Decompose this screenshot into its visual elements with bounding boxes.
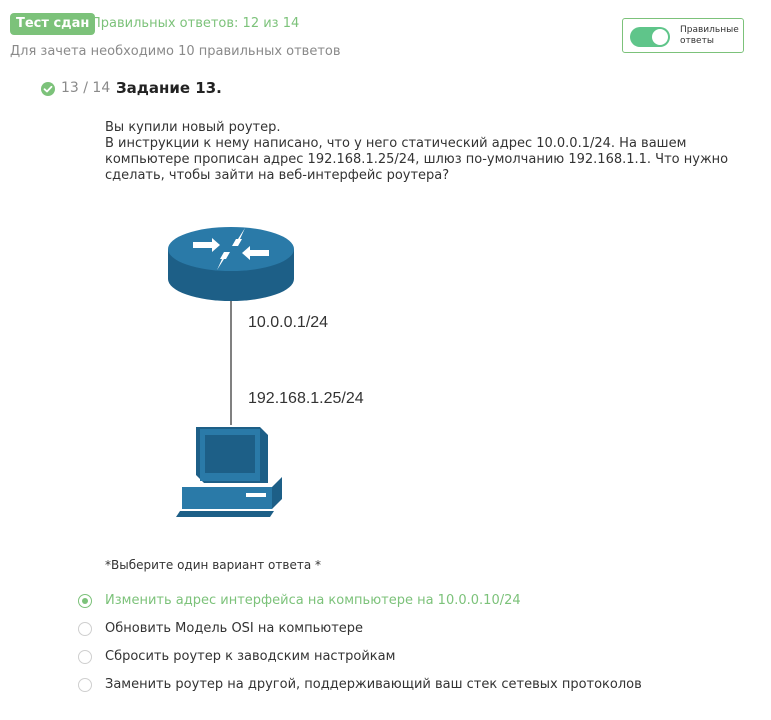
question-progress: 13 / 14 — [61, 80, 111, 96]
question-text: Вы купили новый роутер. В инструкции к н… — [105, 120, 735, 184]
toggle-label: Правильные ответы — [680, 25, 739, 46]
pc-ip-label: 192.168.1.25/24 — [248, 390, 364, 407]
answer-option-label: Сбросить роутер к заводским настройкам — [105, 649, 396, 664]
correct-answers-count: Правильных ответов: 12 из 14 — [91, 16, 300, 31]
toggle-knob — [652, 29, 668, 45]
show-correct-answers-toggle[interactable]: Правильные ответы — [622, 18, 744, 53]
radio-icon[interactable] — [78, 594, 92, 608]
router-icon — [168, 227, 294, 301]
radio-icon[interactable] — [78, 650, 92, 664]
radio-icon[interactable] — [78, 622, 92, 636]
answer-option-label: Заменить роутер на другой, поддерживающи… — [105, 677, 642, 692]
network-diagram: 10.0.0.1/24 192.168.1.25/24 — [168, 227, 364, 517]
question-title: Задание 13. — [116, 79, 222, 97]
toggle-switch[interactable] — [630, 27, 670, 47]
question-text-line: В инструкции к нему написано, что у него… — [105, 136, 729, 183]
computer-icon — [176, 427, 282, 517]
question-text-line: Вы купили новый роутер. — [105, 120, 281, 135]
check-circle-icon — [41, 82, 55, 96]
pass-requirement: Для зачета необходимо 10 правильных отве… — [10, 44, 341, 59]
answer-option-label: Обновить Модель OSI на компьютере — [105, 621, 364, 636]
status-badge: Тест сдан — [10, 13, 96, 35]
answer-hint: *Выберите один вариант ответа * — [105, 558, 321, 572]
router-ip-label: 10.0.0.1/24 — [248, 314, 328, 331]
radio-icon[interactable] — [78, 678, 92, 692]
answer-option-label: Изменить адрес интерфейса на компьютере … — [105, 593, 521, 608]
